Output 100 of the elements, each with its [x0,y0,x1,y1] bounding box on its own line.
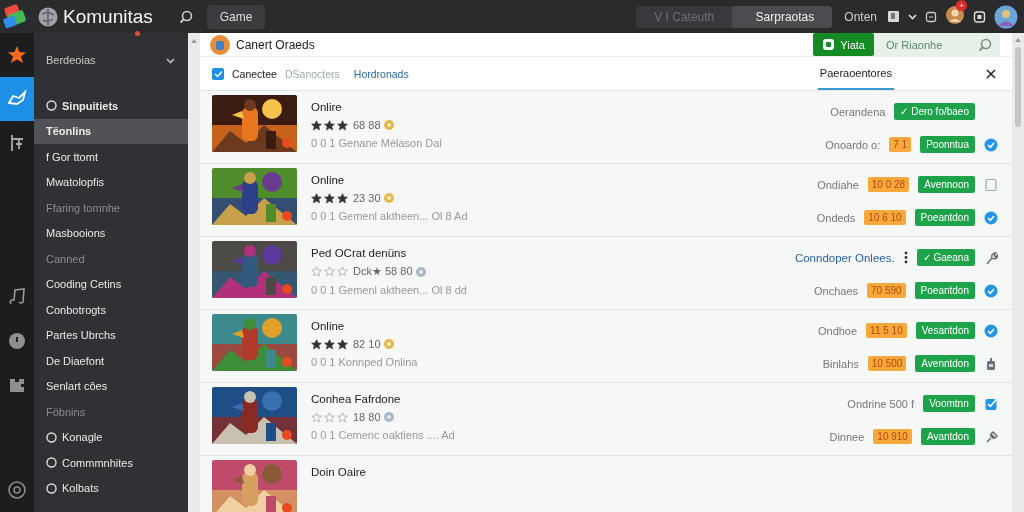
checkbox[interactable] [212,67,224,80]
count-badge: 10 6 10 [864,210,906,225]
segment-tab[interactable]: Sarpraotas [732,5,833,28]
filter-label: DSanocters [284,67,340,80]
game-title[interactable]: Doin Oaire [311,466,984,478]
sidebar-item[interactable]: Sinpuitiets [34,93,188,119]
sidebar-item[interactable]: f Gor ttomt [34,144,188,170]
coin-icon [382,338,395,350]
circle-icon [46,482,57,494]
window-icon[interactable] [925,10,937,23]
tool-icon[interactable] [984,429,998,444]
star-icon [324,338,335,350]
game-tab[interactable]: Game [206,4,266,29]
star-icon [311,119,322,131]
avatar-icon[interactable] [994,4,1018,29]
coin-icon [382,119,395,131]
user-label: Onten [844,9,877,24]
bell-icon[interactable] [973,10,986,23]
star-icon [311,192,322,204]
check-circle-icon[interactable] [984,323,998,338]
check-circle-icon[interactable] [984,210,998,225]
game-title[interactable]: Ped OCrat denüns [311,247,781,259]
coin-icon [382,411,395,423]
panel-title: Canert Oraeds [236,37,315,52]
status-text: Binlahs [822,357,859,370]
notification-badge: + [956,0,967,11]
count-badge: 11 5 10 [866,323,907,338]
status-text: Oerandena [830,105,886,118]
filter-label[interactable]: Hordronads [353,67,409,80]
device-icon[interactable] [984,356,998,371]
circle-icon [46,100,57,112]
checked-box-icon[interactable] [984,396,998,411]
rating-value: Dck★ 58 80 [353,265,413,278]
settings-icon [5,478,29,502]
search-box[interactable]: Or Riaonhe [874,33,1000,56]
sidebar-item[interactable]: Mwatolopfis [34,169,188,195]
status-text: Onchaes [814,284,858,297]
section-title: Berdeoias [46,54,96,66]
status-text: Onoardo o: [825,138,881,151]
count-badge: 7 1 [889,137,912,152]
app-name: Komunitas [63,5,153,28]
scrollbar[interactable] [1015,47,1021,127]
count-badge: 10 910 [873,429,912,444]
star-icon [324,119,335,131]
search-field[interactable]: Or Riaonhe [884,37,978,52]
filter-label[interactable]: Canectee [232,67,277,80]
search-icon [978,37,992,52]
star-icon [337,411,348,423]
sidebar-item[interactable]: Partes Ubrchs [34,322,188,348]
status-text: Ondiahe [817,178,859,191]
game-title[interactable]: Online [311,320,804,332]
count-badge: 10 0 28 [867,177,910,192]
game-subtitle: 0 0 1 Gemenl aktheen... Ol 8 Ad [311,210,469,222]
star-icon [324,266,335,277]
status-dot [135,30,140,36]
status-link[interactable]: Conndoper Onlees. [794,251,895,264]
star-icon [311,411,322,423]
circle-icon [46,457,57,469]
note-icon[interactable] [887,10,900,23]
status-text: Ondrine 500 f [847,397,914,410]
sidebar-item[interactable]: Konagle [34,424,188,450]
sidebar-item[interactable]: Senlart côes [34,373,188,399]
game-subtitle: 0 0 1 Gemenl aktheen... Ol 8 dd [311,284,468,296]
square-icon [822,38,836,51]
rating-value: 23 30 [353,192,381,204]
star-icon [324,411,335,423]
count-badge: 10 500 [867,356,907,371]
coin-icon [414,265,427,278]
chevron-down-icon[interactable] [908,13,917,20]
check-circle-icon[interactable] [984,137,998,152]
game-title[interactable]: Online [311,174,803,186]
search-icon[interactable] [178,9,193,24]
sidebar-item[interactable]: De Diaefont [34,348,188,374]
sidebar-item[interactable]: Cooding Cetins [34,271,188,297]
rating-value: 82 10 [353,338,381,350]
sidebar-item[interactable]: Conbotrogts [34,297,188,323]
wrench-icon[interactable] [984,250,998,265]
sidebar-item[interactable]: Commmnhites [34,450,188,476]
game-subtitle: 0 0 1 Cemenc oaktiens .... Ad [311,429,456,441]
game-title[interactable]: Conhea Fafrdone [311,393,816,405]
avatar-icon[interactable] [945,4,965,25]
star-icon [337,192,348,204]
sidebar-item[interactable]: Kolbats [34,475,188,501]
sidebar-item[interactable]: Masbooions [34,220,188,246]
sidebar-item[interactable]: Tëonlins [34,118,188,144]
app-icon [210,34,230,55]
game-subtitle: 0 0 1 Konnped Onlina [311,356,419,368]
checkmark-icon [213,69,223,78]
game-title[interactable]: Onlire [311,101,812,113]
kebab-menu-icon[interactable] [903,251,908,264]
globe-icon [38,6,58,27]
primary-button[interactable]: Yiata [813,33,874,56]
count-badge: 70 590 [867,283,906,298]
rating-value: 18 80 [353,411,381,423]
star-icon [311,266,322,277]
star-icon [324,192,335,204]
close-icon[interactable] [986,68,996,79]
status-text: Ondeds [816,211,856,224]
chevron-down-icon[interactable] [165,55,176,65]
check-circle-icon[interactable] [984,283,998,298]
